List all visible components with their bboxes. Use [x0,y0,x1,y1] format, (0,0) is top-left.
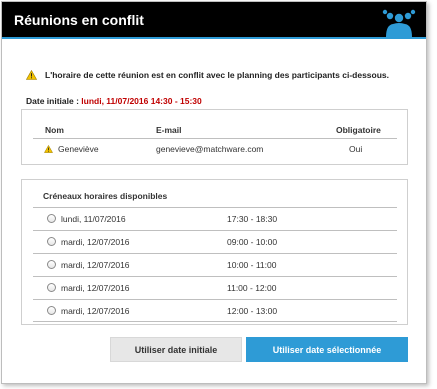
use-selected-date-button[interactable]: Utiliser date sélectionnée [246,337,408,362]
warning-triangle-icon [26,70,37,80]
dialog-titlebar: Réunions en conflit [2,2,426,39]
slot-time: 10:00 - 11:00 [227,260,277,270]
participant-name: Geneviève [58,144,99,154]
slot-option[interactable]: lundi, 11/07/2016 17:30 - 18:30 [33,207,397,230]
warning-triangle-icon [44,145,53,153]
slots-title: Créneaux horaires disponibles [43,191,168,201]
conflict-warning: L'horaire de cette réunion est en confli… [26,69,389,81]
slot-time: 11:00 - 12:00 [227,283,277,293]
matchware-logo-icon [382,9,416,37]
slot-radio[interactable] [47,260,56,269]
participant-required: Oui [349,144,363,154]
use-initial-date-button[interactable]: Utiliser date initiale [110,337,242,362]
warning-message: L'horaire de cette réunion est en confli… [45,70,389,80]
slot-option[interactable]: mardi, 12/07/2016 11:00 - 12:00 [33,276,397,299]
slot-option[interactable]: mardi, 12/07/2016 09:00 - 10:00 [33,230,397,253]
initial-date: Date initiale : lundi, 11/07/2016 14:30 … [26,96,202,106]
slot-day: lundi, 11/07/2016 [61,214,126,224]
column-header-name: Nom [45,125,64,135]
initial-date-label: Date initiale : [26,96,82,106]
titlebar-accent-line [2,37,426,39]
slot-day: mardi, 12/07/2016 [61,237,130,247]
conflict-dialog: Réunions en conflit L'horaire de cette r… [1,1,427,384]
participant-email: genevieve@matchware.com [156,144,264,154]
slot-day: mardi, 12/07/2016 [61,260,130,270]
available-slots-panel: Créneaux horaires disponibles lundi, 11/… [21,179,408,325]
initial-date-value: lundi, 11/07/2016 14:30 - 15:30 [81,96,202,106]
slot-radio[interactable] [47,283,56,292]
participants-table-header: Nom E-mail Obligatoire [33,123,397,139]
participants-panel: Nom E-mail Obligatoire Geneviève genevie… [21,109,408,165]
slot-day: mardi, 12/07/2016 [61,306,130,316]
slot-option[interactable]: mardi, 12/07/2016 10:00 - 11:00 [33,253,397,276]
slot-radio[interactable] [47,214,56,223]
slot-day: mardi, 12/07/2016 [61,283,130,293]
dialog-title: Réunions en conflit [14,12,144,28]
participant-row: Geneviève genevieve@matchware.com Oui [33,140,397,160]
slot-radio[interactable] [47,237,56,246]
slot-time: 09:00 - 10:00 [227,237,278,247]
slot-time: 17:30 - 18:30 [227,214,278,224]
column-header-required: Obligatoire [336,125,381,135]
slot-option[interactable]: mardi, 12/07/2016 12:00 - 13:00 [33,299,397,322]
slot-time: 12:00 - 13:00 [227,306,278,316]
slot-radio[interactable] [47,306,56,315]
column-header-email: E-mail [156,125,182,135]
slot-list: lundi, 11/07/2016 17:30 - 18:30 mardi, 1… [33,207,397,322]
